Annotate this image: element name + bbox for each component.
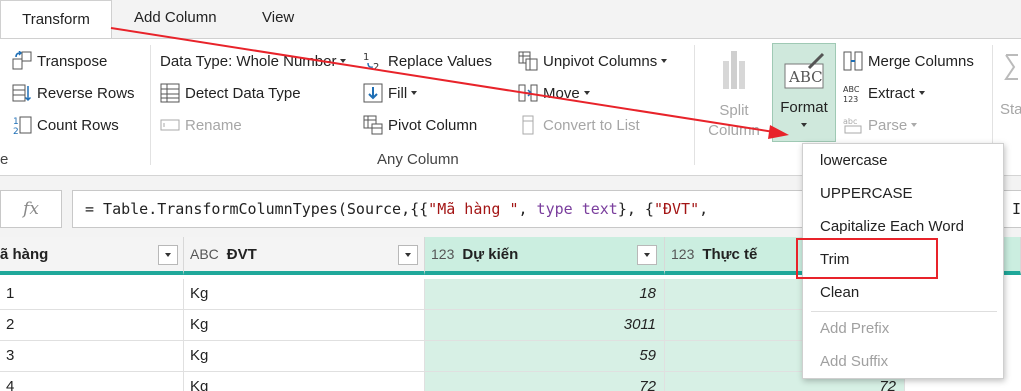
annotation-arrow-overlay — [110, 27, 789, 139]
annotation-arrow-line — [110, 27, 775, 133]
annotation-arrowhead — [768, 125, 789, 139]
